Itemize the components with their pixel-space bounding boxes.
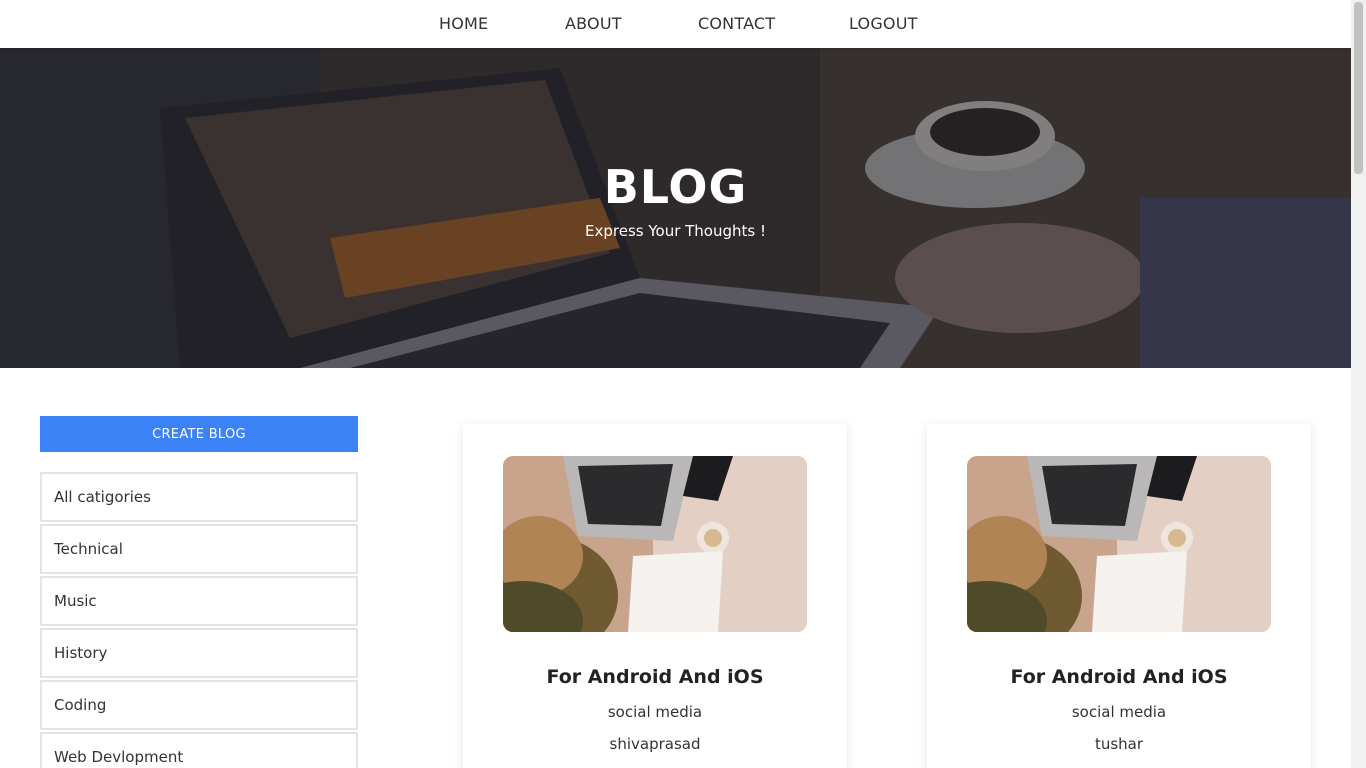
blog-card-image[interactable]	[503, 456, 807, 632]
blog-card-title[interactable]: For Android And iOS	[927, 666, 1311, 688]
category-list: All catigories Technical Music History C…	[40, 472, 358, 768]
nav-contact-link[interactable]: CONTACT	[698, 14, 775, 33]
blog-card-author: shivaprasad	[609, 735, 701, 753]
category-item-web-development[interactable]: Web Devlopment	[40, 732, 358, 768]
hero-subtitle: Express Your Thoughts !	[585, 222, 766, 240]
blog-card[interactable]: For Android And iOS social media shivapr…	[463, 424, 847, 768]
category-item-technical[interactable]: Technical	[40, 524, 358, 574]
nav-home-link[interactable]: HOME	[439, 14, 488, 33]
category-item-history[interactable]: History	[40, 628, 358, 678]
blog-card-category: social media	[607, 703, 703, 721]
hero-banner: BLOG Express Your Thoughts !	[0, 48, 1351, 368]
blog-card-image[interactable]	[967, 456, 1271, 632]
category-item-music[interactable]: Music	[40, 576, 358, 626]
create-blog-button[interactable]: CREATE BLOG	[40, 416, 358, 452]
blog-card-author: tushar	[1094, 735, 1144, 753]
category-item-all[interactable]: All catigories	[40, 472, 358, 522]
category-item-coding[interactable]: Coding	[40, 680, 358, 730]
scrollbar-thumb[interactable]	[1354, 2, 1363, 174]
blog-thumbnail-photo	[503, 456, 807, 632]
nav-about-link[interactable]: ABOUT	[565, 14, 622, 33]
blog-card-title[interactable]: For Android And iOS	[463, 666, 847, 688]
blog-card[interactable]: For Android And iOS social media tushar	[927, 424, 1311, 768]
page: HOME ABOUT CONTACT LOGOUT BLOG Express Y…	[0, 0, 1351, 768]
hero-title: BLOG	[603, 160, 748, 214]
page-scrollbar[interactable]	[1351, 0, 1366, 768]
blog-thumbnail-photo	[967, 456, 1271, 632]
blog-card-category: social media	[1071, 703, 1167, 721]
top-navbar: HOME ABOUT CONTACT LOGOUT	[0, 0, 1351, 48]
nav-logout-link[interactable]: LOGOUT	[849, 14, 918, 33]
